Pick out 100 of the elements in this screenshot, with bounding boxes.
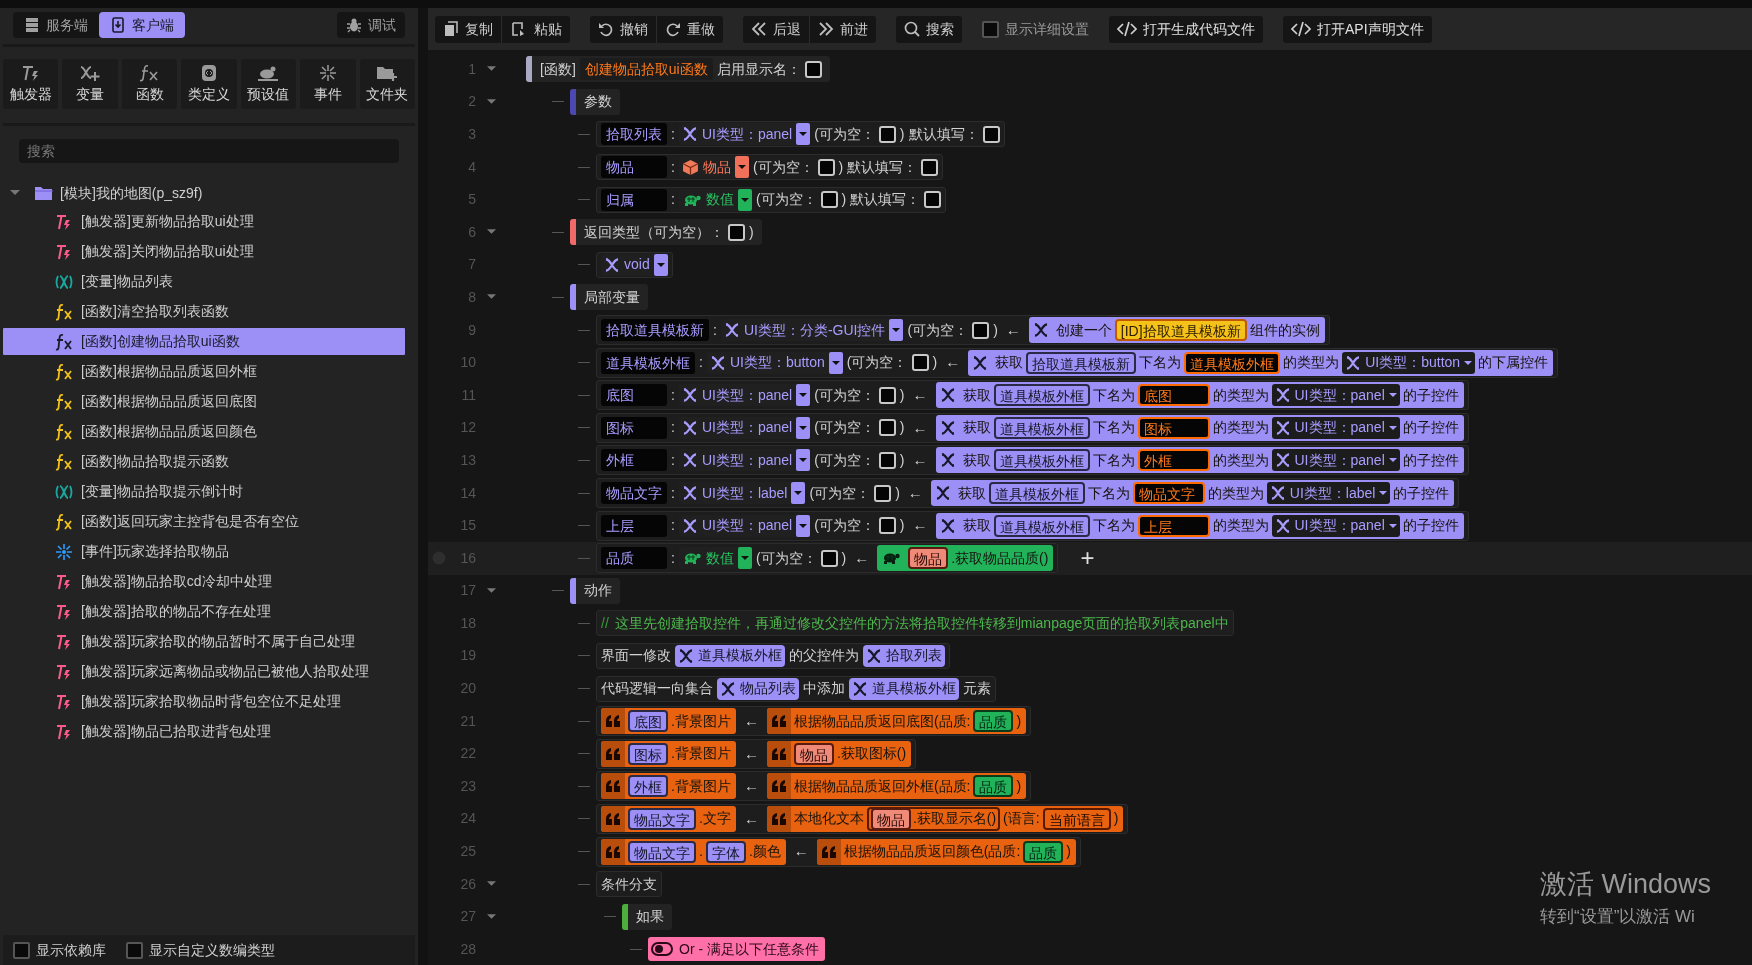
tree-item[interactable]: [事件]玩家选择拾取物品 [3,538,405,565]
toolbar-button[interactable]: 后退 [743,15,809,43]
expression-block[interactable]: 获取 拾取道具模板新 下名为 道具模板外框 的类型为 UI类型：button 的下属控件 [968,349,1554,376]
toolbar-button[interactable]: 撤销 [590,15,656,43]
fold-toggle[interactable] [486,294,496,301]
fold-toggle[interactable] [486,881,496,888]
fold-toggle[interactable] [486,229,496,236]
reference-chip[interactable]: 当前语言 [1042,807,1111,830]
name-field[interactable]: 图标 [601,416,667,439]
search-field[interactable]: 搜索 [19,139,399,163]
toolbar-button[interactable]: 重做 [656,15,723,43]
reference-chip[interactable]: 道具模板外框 [1184,351,1281,374]
tree-item[interactable]: [触发器]物品已拾取进背包处理 [3,718,405,745]
toolbar-button[interactable]: 搜索 [896,15,962,43]
tree-item[interactable]: [函数]返回玩家主控背包是否有空位 [3,508,405,535]
reference-chip[interactable]: 道具模板外框 [993,449,1090,472]
type-chip[interactable]: UI类型：panel [1271,449,1400,472]
reference-chip[interactable]: 道具模板外框 [993,384,1090,407]
toolbar-button[interactable]: 复制 [435,15,501,43]
expression-block[interactable]: 获取 道具模板外框 下名为 上层 的类型为 UI类型：panel 的子控件 [935,512,1464,539]
tree-item[interactable]: [变量]物品列表 [3,268,405,295]
fold-toggle[interactable] [486,98,496,105]
reference-chip[interactable]: [ID]拾取道具模板新 [1114,319,1247,342]
name-field[interactable]: 道具模板外框 [601,351,695,374]
expression-block[interactable]: 物品 .获取物品品质() [877,545,1054,572]
reference-chip[interactable]: 拾取道具模板新 [1026,351,1137,374]
name-field[interactable]: 底图 [601,384,667,407]
reference-chip[interactable]: 物品 [908,547,949,570]
variable-chip[interactable]: 道具模板外框 [675,645,785,667]
toolbar-button[interactable]: 粘贴 [501,15,570,43]
name-field[interactable]: 物品文字 [601,482,667,504]
variable-chip[interactable]: 物品列表 [717,677,799,700]
checkbox[interactable] [126,941,143,959]
reference-chip[interactable]: 底图 [628,710,668,733]
reference-chip[interactable]: 道具模板外框 [993,416,1090,439]
create-tool-button[interactable]: 函数 [121,59,178,109]
checkbox[interactable] [13,941,30,959]
create-tool-button[interactable]: 类定义 [181,59,237,109]
tree-item[interactable]: [函数]创建物品拾取ui函数 [3,328,405,355]
add-button[interactable]: + [1070,546,1105,571]
variable-chip[interactable]: 拾取列表 [863,645,945,667]
tree-item[interactable]: [模块]我的地图(p_sz9f) [60,182,203,204]
reference-chip[interactable]: 物品 [793,742,834,765]
toolbar-button[interactable]: 前进 [809,15,876,43]
reference-chip[interactable]: 底图 [1137,384,1210,407]
expression-block[interactable]: 物品文字 . 字体 .颜色 [601,838,786,865]
create-tool-button[interactable]: 事件 [300,59,356,109]
expression-block[interactable]: 获取 道具模板外框 下名为 外框 的类型为 UI类型：panel 的子控件 [935,447,1464,474]
reference-chip[interactable]: 品质 [973,775,1014,798]
expression-block[interactable]: 物品 .获取图标() [766,740,912,767]
type-chip[interactable]: UI类型：label [1266,482,1391,504]
name-field[interactable]: 拾取道具模板新 [601,319,709,342]
tree-item[interactable]: [触发器]更新物品拾取ui处理 [3,208,405,235]
create-tool-button[interactable]: 变量 [62,59,118,109]
fold-toggle[interactable] [486,66,496,73]
type-chip[interactable]: UI类型：panel [1271,416,1400,439]
reference-chip[interactable]: 物品文字 [1132,482,1205,504]
tree-item[interactable]: [函数]清空拾取列表函数 [3,298,405,325]
expression-block[interactable]: 创建一个 [ID]拾取道具模板新 组件的实例 [1028,317,1325,344]
reference-chip[interactable]: 图标 [1137,416,1210,439]
name-field[interactable]: 创建物品拾取ui函数 [579,58,713,81]
reference-chip[interactable]: 物品 [870,807,911,830]
reference-chip[interactable]: 品质 [1023,840,1064,863]
tree-item[interactable]: [触发器]玩家拾取的物品暂时不属于自己处理 [3,628,405,655]
tree-item[interactable]: [触发器]玩家远离物品或物品已被他人拾取处理 [3,658,405,685]
type-chip[interactable]: UI类型：button [1342,351,1476,374]
tree-item[interactable]: [变量]物品拾取提示倒计时 [3,478,405,505]
condition-block[interactable]: Or - 满足以下任意条件 [648,937,825,962]
reference-chip[interactable]: 道具模板外框 [988,482,1085,504]
name-field[interactable]: 拾取列表 [601,123,667,146]
reference-chip[interactable]: 外框 [1137,449,1210,472]
expression-block[interactable]: 根据物品品质返回外框(品质: 品质 ) [766,773,1027,800]
create-tool-button[interactable]: 预设值 [240,59,297,109]
name-field[interactable]: 上层 [601,514,667,537]
expression-block[interactable]: 底图 .背景图片 [601,708,736,735]
expression-block[interactable]: 获取 道具模板外框 下名为 底图 的类型为 UI类型：panel 的子控件 [935,382,1464,409]
tree-item[interactable]: [函数]物品拾取提示函数 [3,448,405,475]
open-file-button[interactable]: 打开生成代码文件 [1109,15,1263,43]
reference-chip[interactable]: 物品文字 [628,807,696,830]
expression-block[interactable]: 外框 .背景图片 [601,773,736,800]
type-chip[interactable]: UI类型：panel [1271,514,1400,537]
tree-item[interactable]: [触发器]拾取的物品不存在处理 [3,598,405,625]
debug-button[interactable]: 调试 [337,12,405,38]
name-field[interactable]: 品质 [601,547,667,570]
checkbox[interactable] [982,20,999,38]
name-field[interactable]: 归属 [601,188,667,211]
open-file-button[interactable]: 打开API声明文件 [1283,15,1432,43]
option-checkbox[interactable]: 显示自定义数编类型 [126,939,275,961]
create-tool-button[interactable]: 文件夹 [359,59,415,109]
create-tool-button[interactable]: 触发器 [3,59,59,109]
reference-chip[interactable]: 品质 [973,710,1014,733]
variable-chip[interactable]: 道具模板外框 [849,677,959,700]
expression-block[interactable]: 根据物品品质返回颜色(品质: 品质 ) [816,838,1076,865]
type-chip[interactable]: UI类型：panel [1271,384,1400,407]
reference-chip[interactable]: 物品文字 [628,840,696,863]
tree-item[interactable]: [触发器]玩家拾取物品时背包空位不足处理 [3,688,405,715]
tree-item[interactable]: [函数]根据物品品质返回底图 [3,388,405,415]
caret-icon[interactable] [10,190,20,196]
option-checkbox[interactable]: 显示详细设置 [982,18,1089,40]
tree-item[interactable]: [触发器]关闭物品拾取ui处理 [3,238,405,265]
